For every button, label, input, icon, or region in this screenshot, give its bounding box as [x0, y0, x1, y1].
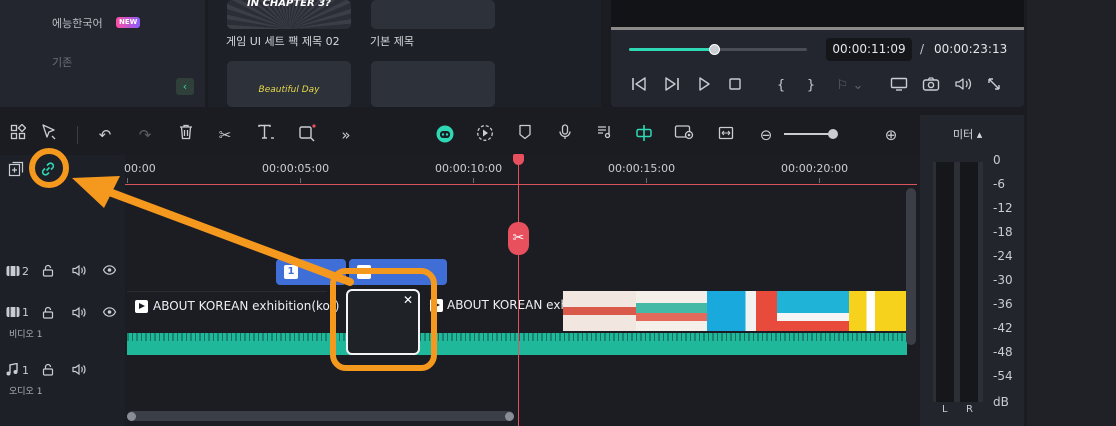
editor-window: 에능한국어 NEW 기존 ‹ IN CHAPTER 3? 게임 UI 세트 팩 … — [0, 0, 1116, 426]
annotation-arrow — [72, 176, 354, 286]
